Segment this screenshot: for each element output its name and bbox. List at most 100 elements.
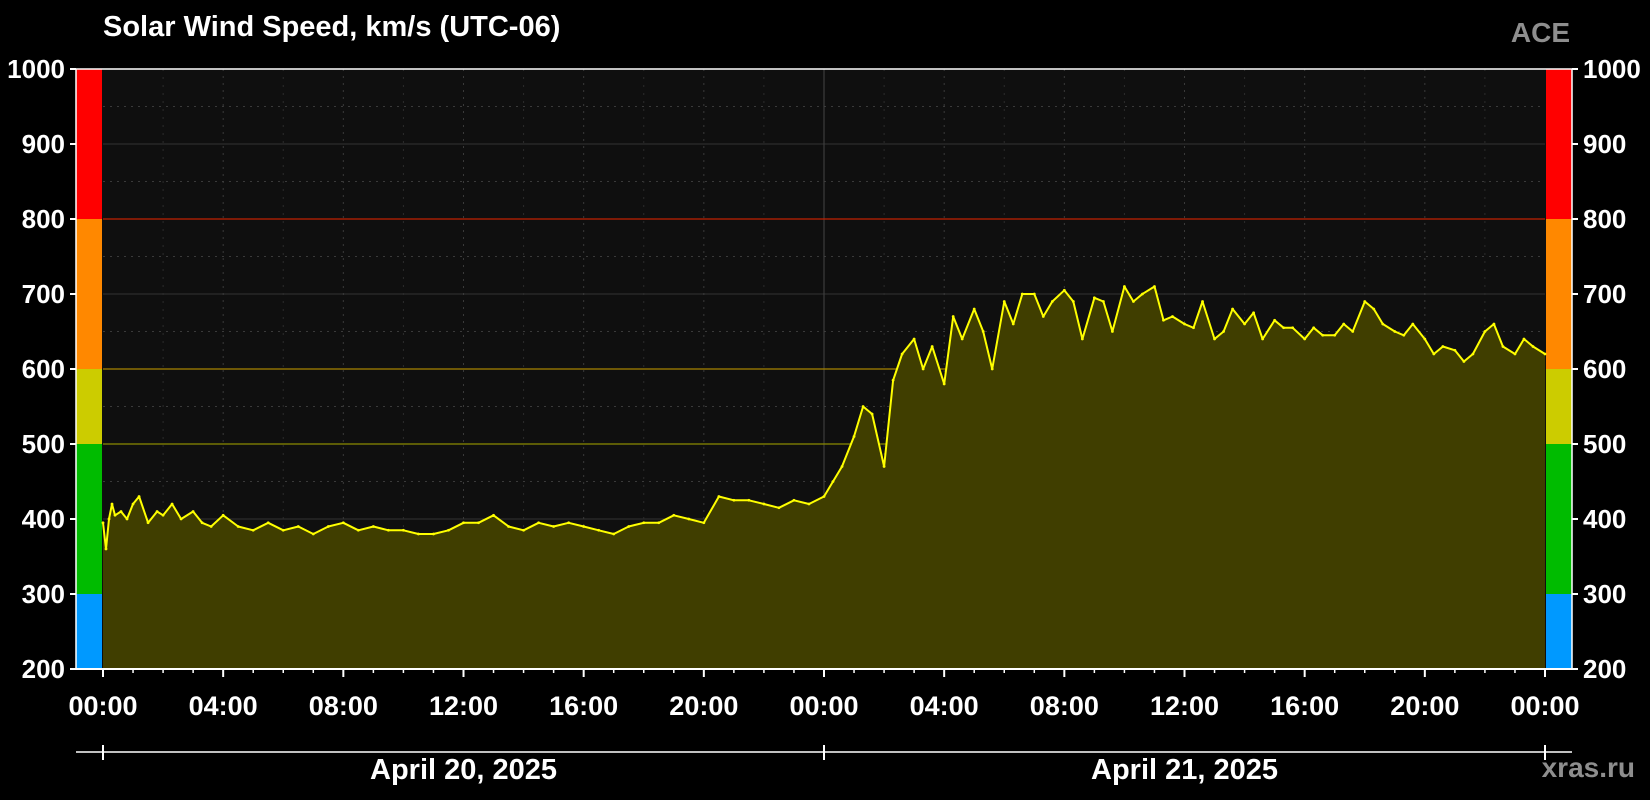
data-point bbox=[155, 510, 159, 513]
data-point bbox=[281, 528, 285, 532]
data-point bbox=[981, 330, 985, 333]
date-label: April 21, 2025 bbox=[1091, 754, 1278, 786]
data-point bbox=[146, 521, 150, 525]
data-point bbox=[777, 506, 781, 510]
data-point bbox=[432, 532, 435, 536]
y-tick-label-left: 600 bbox=[22, 354, 65, 384]
y-axis-right: 200 300 400 500 600 700 800 900 1000 bbox=[1572, 54, 1641, 684]
data-point bbox=[137, 495, 141, 498]
data-point bbox=[113, 513, 117, 517]
data-point bbox=[1162, 318, 1165, 322]
y-tick-label-left: 200 bbox=[22, 654, 65, 684]
y-tick-label-right: 600 bbox=[1583, 354, 1626, 384]
x-tick-label: 12:00 bbox=[1150, 691, 1219, 721]
right-speed-band bbox=[1546, 444, 1572, 594]
y-tick-label-right: 200 bbox=[1583, 654, 1626, 684]
data-point bbox=[1531, 345, 1535, 348]
data-point bbox=[522, 528, 525, 532]
data-point bbox=[1393, 330, 1397, 333]
x-tick-label: 00:00 bbox=[789, 691, 858, 721]
right-speed-band bbox=[1546, 219, 1572, 369]
data-point bbox=[1381, 322, 1385, 326]
data-point bbox=[1123, 285, 1126, 288]
data-point bbox=[402, 528, 405, 532]
data-point bbox=[386, 528, 390, 532]
data-point bbox=[1333, 333, 1337, 337]
data-point bbox=[1231, 307, 1234, 311]
data-point bbox=[1111, 330, 1114, 333]
data-point bbox=[870, 412, 874, 416]
data-point bbox=[191, 510, 195, 513]
y-tick-label-left: 1000 bbox=[7, 54, 65, 84]
data-point bbox=[1543, 352, 1547, 356]
y-tick-label-right: 800 bbox=[1583, 204, 1626, 234]
data-point bbox=[642, 521, 646, 525]
data-point bbox=[356, 528, 360, 532]
data-point bbox=[1453, 348, 1457, 352]
data-point bbox=[942, 382, 946, 386]
data-point bbox=[1050, 300, 1054, 303]
x-tick-label: 08:00 bbox=[309, 691, 378, 721]
date-label: April 20, 2025 bbox=[370, 754, 557, 786]
data-point bbox=[119, 510, 123, 513]
data-point bbox=[912, 337, 916, 341]
data-point bbox=[1252, 311, 1255, 315]
data-point bbox=[200, 521, 204, 525]
data-point bbox=[537, 521, 541, 525]
x-axis: 00:00 04:00 08:00 12:00 16:00 20:00 00:00 04:00… bbox=[68, 669, 1580, 721]
data-point bbox=[125, 517, 129, 521]
data-point bbox=[1312, 326, 1316, 330]
data-point bbox=[251, 528, 255, 532]
data-point bbox=[1201, 300, 1204, 303]
data-point bbox=[1432, 352, 1436, 356]
data-point bbox=[507, 525, 510, 528]
data-point bbox=[326, 525, 330, 528]
x-tick-label: 20:00 bbox=[669, 691, 738, 721]
data-point bbox=[236, 525, 240, 528]
left-speed-band bbox=[76, 69, 102, 219]
data-point bbox=[1002, 300, 1006, 303]
y-tick-label-left: 400 bbox=[22, 504, 65, 534]
data-point bbox=[1291, 326, 1295, 330]
x-tick-label: 04:00 bbox=[910, 691, 979, 721]
data-point bbox=[371, 525, 375, 528]
data-point bbox=[597, 528, 601, 532]
data-point bbox=[882, 465, 886, 468]
data-point bbox=[1222, 330, 1225, 333]
data-point bbox=[1492, 322, 1496, 326]
data-point bbox=[822, 495, 826, 498]
data-point bbox=[131, 502, 135, 506]
data-point bbox=[951, 315, 955, 318]
data-point bbox=[990, 367, 994, 371]
y-tick-label-left: 900 bbox=[22, 129, 65, 159]
data-point bbox=[1483, 330, 1487, 333]
left-speed-band bbox=[76, 219, 102, 369]
data-point bbox=[1303, 337, 1307, 341]
y-tick-label-right: 400 bbox=[1583, 504, 1626, 534]
data-point bbox=[1171, 315, 1174, 318]
data-point bbox=[1020, 292, 1024, 296]
y-tick-label-left: 800 bbox=[22, 204, 65, 234]
data-point bbox=[861, 405, 865, 408]
data-point bbox=[972, 307, 976, 311]
data-point bbox=[1501, 345, 1505, 348]
data-point bbox=[702, 521, 706, 525]
data-point bbox=[1372, 307, 1376, 311]
data-point bbox=[417, 532, 420, 536]
data-point bbox=[1423, 337, 1427, 341]
x-tick-label: 08:00 bbox=[1030, 691, 1099, 721]
data-point bbox=[852, 435, 856, 438]
data-point bbox=[921, 367, 925, 371]
y-tick-label-left: 700 bbox=[22, 279, 65, 309]
data-point bbox=[831, 480, 835, 483]
x-tick-label: 00:00 bbox=[68, 691, 137, 721]
data-point bbox=[1213, 337, 1216, 341]
y-tick-label-right: 300 bbox=[1583, 579, 1626, 609]
data-point bbox=[552, 525, 556, 528]
y-tick-label-right: 900 bbox=[1583, 129, 1626, 159]
data-point bbox=[807, 502, 811, 506]
data-point bbox=[840, 465, 844, 468]
data-point bbox=[1273, 318, 1277, 322]
y-axis-left: 200 300 400 500 600 700 800 900 1000 bbox=[7, 54, 76, 684]
data-point bbox=[296, 525, 300, 528]
